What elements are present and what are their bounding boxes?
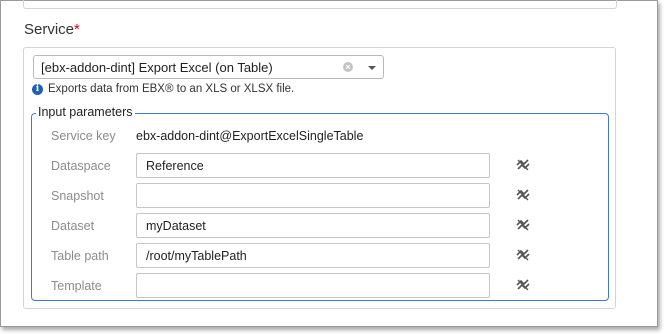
info-icon: i [32, 84, 43, 95]
inherit-link-icon[interactable] [516, 189, 530, 201]
dataspace-label: Dataspace [51, 159, 111, 173]
inherit-link-icon[interactable] [516, 249, 530, 261]
dialog-frame: Service* [ebx-addon-dint] Export Excel (… [0, 0, 658, 327]
inherit-link-icon[interactable] [516, 159, 530, 171]
service-description: Exports data from EBX® to an XLS or XLSX… [48, 83, 295, 95]
service-key-value: ebx-addon-dint@ExportExcelSingleTable [136, 129, 364, 143]
chevron-down-icon[interactable] [368, 66, 376, 70]
template-label: Template [51, 279, 102, 293]
inherit-link-icon[interactable] [516, 219, 530, 231]
table-path-input[interactable]: /root/myTablePath [136, 243, 490, 268]
previous-section-panel [23, 0, 617, 9]
service-label-text: Service [24, 21, 75, 38]
table-path-label: Table path [51, 249, 109, 263]
required-mark: * [74, 21, 80, 38]
clear-icon[interactable]: × [343, 62, 353, 72]
service-select-value: [ebx-addon-dint] Export Excel (on Table) [41, 60, 273, 75]
dataset-input-value: myDataset [146, 219, 206, 233]
snapshot-input[interactable] [136, 183, 490, 208]
inherit-link-icon[interactable] [516, 279, 530, 291]
table-path-input-value: /root/myTablePath [146, 249, 247, 263]
dataset-input[interactable]: myDataset [136, 213, 490, 238]
dataset-label: Dataset [51, 219, 95, 233]
service-select[interactable]: [ebx-addon-dint] Export Excel (on Table)… [33, 55, 384, 79]
dataspace-input-value: Reference [146, 159, 204, 173]
service-key-label: Service key [51, 129, 116, 143]
dataspace-input[interactable]: Reference [136, 153, 490, 178]
template-input[interactable] [136, 273, 490, 298]
service-label: Service* [24, 21, 80, 38]
input-parameters-legend: Input parameters [36, 105, 135, 119]
snapshot-label: Snapshot [51, 189, 104, 203]
